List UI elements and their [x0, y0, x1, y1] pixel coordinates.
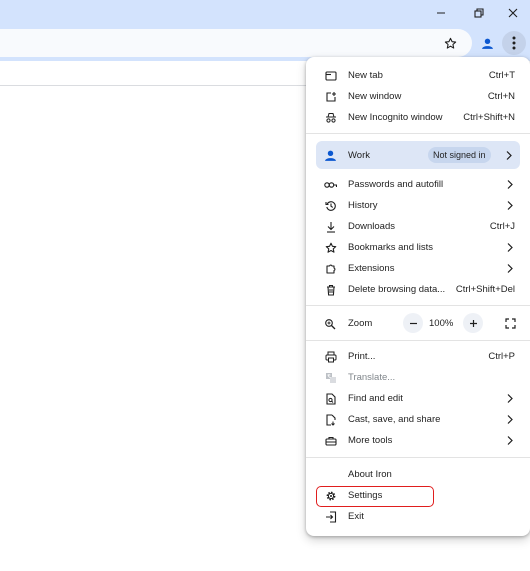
minus-icon: [409, 322, 417, 324]
close-window-button[interactable]: [498, 0, 528, 25]
menu-item-label: Extensions: [348, 263, 395, 274]
profile-button[interactable]: [475, 31, 499, 55]
menu-item-label: Passwords and autofill: [348, 179, 444, 190]
menu-item-shortcut: Ctrl+P: [488, 351, 515, 362]
menu-item-print[interactable]: Print... Ctrl+P: [306, 346, 530, 367]
menu-item-bookmarks-lists[interactable]: Bookmarks and lists: [306, 237, 530, 258]
puzzle-piece-icon: [324, 262, 337, 275]
menu-item-history[interactable]: History: [306, 195, 530, 216]
menu-item-label: New Incognito window: [348, 112, 443, 123]
title-bar: [0, 0, 530, 25]
menu-item-zoom: Zoom 100%: [306, 311, 530, 335]
new-tab-icon: [324, 69, 337, 82]
menu-item-shortcut: Ctrl+J: [489, 221, 515, 232]
star-icon: [324, 241, 337, 254]
menu-item-shortcut: Ctrl+Shift+N: [463, 112, 515, 123]
menu-item-new-window[interactable]: New window Ctrl+N: [306, 86, 530, 107]
find-page-icon: [324, 392, 337, 405]
minimize-button[interactable]: [426, 0, 456, 25]
menu-item-label: New window: [348, 91, 402, 102]
fullscreen-button[interactable]: [501, 314, 519, 332]
menu-item-exit[interactable]: Exit: [306, 506, 530, 527]
menu-item-downloads[interactable]: Downloads Ctrl+J: [306, 216, 530, 237]
fullscreen-icon: [504, 317, 516, 329]
menu-item-delete-browsing-data[interactable]: Delete browsing data... Ctrl+Shift+Del: [306, 279, 530, 300]
key-icon: [324, 178, 337, 191]
zoom-level-value: 100%: [429, 318, 454, 329]
bookmark-star-button[interactable]: [438, 31, 462, 55]
zoom-label: Zoom: [348, 318, 373, 329]
profile-icon: [481, 38, 493, 49]
menu-divider: [306, 340, 530, 341]
menu-divider: [306, 457, 530, 458]
menu-item-label: Print...: [348, 351, 376, 362]
restore-button[interactable]: [464, 0, 494, 25]
settings-highlight-box: [316, 486, 434, 507]
zoom-in-button[interactable]: [463, 313, 483, 333]
menu-item-profile-work[interactable]: Work Not signed in: [316, 141, 520, 169]
profile-avatar-icon: [324, 149, 337, 162]
toolbox-icon: [324, 434, 337, 447]
download-icon: [324, 220, 337, 233]
menu-item-label: Find and edit: [348, 393, 403, 404]
menu-item-about[interactable]: About Iron: [306, 464, 530, 485]
chevron-right-icon: [507, 415, 513, 424]
menu-item-label: History: [348, 200, 378, 211]
menu-item-cast-save-share[interactable]: Cast, save, and share: [306, 409, 530, 430]
incognito-icon: [324, 111, 337, 124]
exit-icon: [324, 510, 337, 523]
menu-divider: [306, 305, 530, 306]
zoom-out-button[interactable]: [403, 313, 423, 333]
profile-name: Work: [348, 150, 370, 161]
restore-icon: [474, 7, 484, 18]
minimize-icon: [437, 12, 445, 13]
chevron-right-icon: [507, 180, 513, 189]
menu-item-translate[interactable]: Translate...: [306, 367, 530, 388]
chevron-right-icon: [507, 436, 513, 445]
chevron-right-icon: [507, 243, 513, 252]
menu-item-more-tools[interactable]: More tools: [306, 430, 530, 451]
more-menu-button[interactable]: [502, 31, 526, 55]
menu-item-label: Cast, save, and share: [348, 414, 441, 425]
plus-icon: [469, 319, 477, 327]
chevron-right-icon: [507, 201, 513, 210]
printer-icon: [324, 350, 337, 363]
menu-item-new-incognito-window[interactable]: New Incognito window Ctrl+Shift+N: [306, 107, 530, 128]
menu-item-label: New tab: [348, 70, 383, 81]
menu-item-label: About Iron: [348, 469, 392, 480]
menu-divider: [306, 133, 530, 134]
menu-item-label: Bookmarks and lists: [348, 242, 434, 253]
menu-item-label: More tools: [348, 435, 393, 446]
menu-item-shortcut: Ctrl+Shift+Del: [455, 284, 515, 295]
bookmark-star-icon: [444, 37, 456, 49]
menu-item-shortcut: Ctrl+T: [488, 70, 515, 81]
chevron-right-icon: [506, 151, 512, 160]
sign-in-status-badge: Not signed in: [428, 147, 491, 163]
new-window-icon: [324, 90, 337, 103]
menu-item-find-and-edit[interactable]: Find and edit: [306, 388, 530, 409]
chevron-right-icon: [507, 394, 513, 403]
browser-main-menu: New tab Ctrl+T New window Ctrl+N New Inc…: [306, 57, 530, 536]
trash-icon: [324, 283, 337, 296]
zoom-icon: [324, 317, 337, 330]
menu-item-extensions[interactable]: Extensions: [306, 258, 530, 279]
more-menu-icon: [512, 36, 516, 50]
browser-toolbar: [0, 25, 530, 61]
chevron-right-icon: [507, 264, 513, 273]
menu-item-label: Translate...: [348, 372, 396, 383]
close-icon: [508, 8, 518, 17]
menu-item-shortcut: Ctrl+N: [487, 91, 515, 102]
menu-item-label: Exit: [348, 511, 364, 522]
menu-item-passwords-autofill[interactable]: Passwords and autofill: [306, 174, 530, 195]
save-share-icon: [324, 413, 337, 426]
menu-item-label: Downloads: [348, 221, 395, 232]
address-bar[interactable]: [0, 29, 472, 57]
history-icon: [324, 199, 337, 212]
menu-item-new-tab[interactable]: New tab Ctrl+T: [306, 65, 530, 86]
translate-icon: [324, 371, 337, 384]
menu-item-label: Delete browsing data...: [348, 284, 446, 295]
